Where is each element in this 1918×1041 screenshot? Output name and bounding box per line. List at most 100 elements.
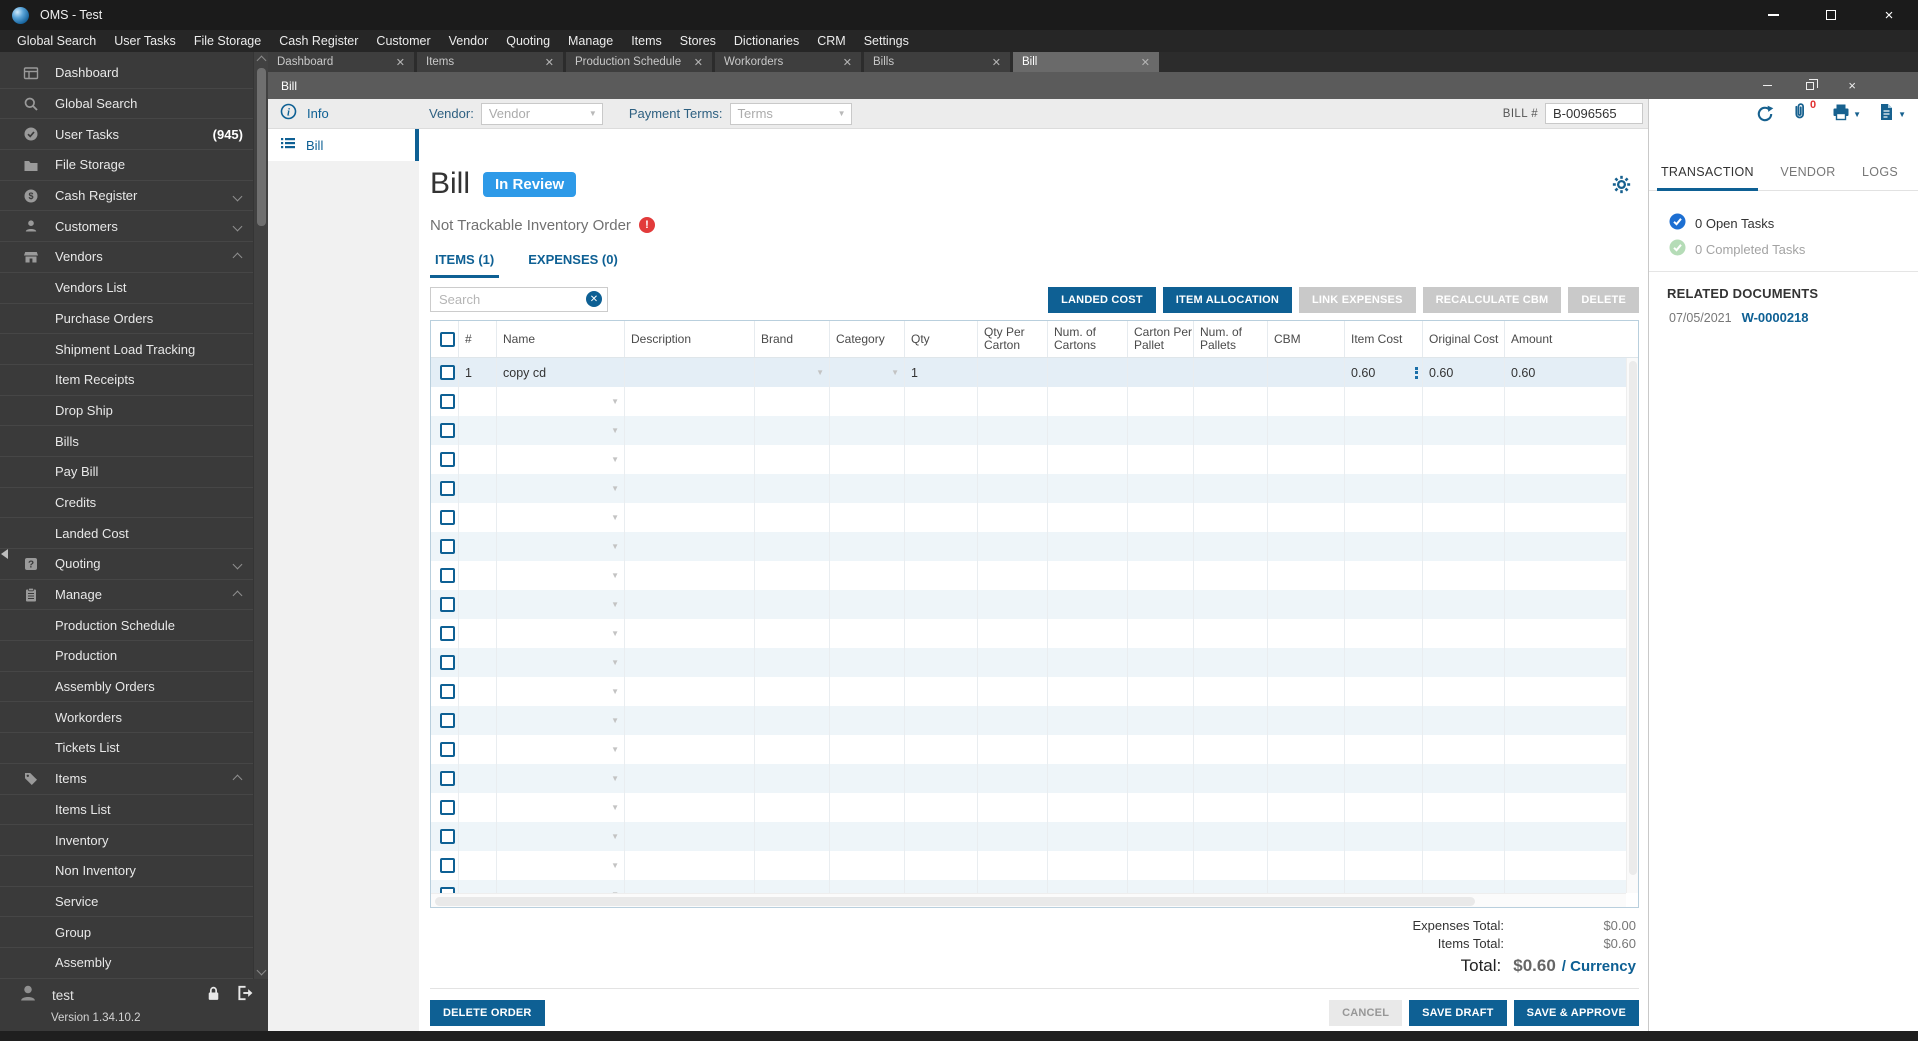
table-row[interactable]: ▼ — [431, 387, 1626, 416]
column-header-num-of-pallets[interactable]: Num. of Pallets — [1194, 321, 1268, 357]
attachments-icon[interactable]: 0 — [1790, 99, 1816, 126]
cell-dropdown-icon[interactable]: ▼ — [611, 513, 619, 522]
table-row[interactable]: ▼ — [431, 474, 1626, 503]
menu-item-manage[interactable]: Manage — [559, 30, 622, 52]
tab-workorders[interactable]: Workorders ✕ — [715, 52, 861, 72]
menu-item-stores[interactable]: Stores — [671, 30, 725, 52]
row-checkbox[interactable] — [440, 452, 455, 467]
column-header-cbm[interactable]: CBM — [1268, 321, 1345, 357]
minimize-button[interactable] — [1744, 0, 1802, 30]
column-header-category[interactable]: Category — [830, 321, 905, 357]
table-row[interactable]: ▼ — [431, 851, 1626, 880]
column-header-name[interactable]: Name — [497, 321, 625, 357]
tab-dashboard[interactable]: Dashboard ✕ — [268, 52, 414, 72]
sidebar-item-items[interactable]: Items — [0, 764, 253, 795]
menu-item-dictionaries[interactable]: Dictionaries — [725, 30, 808, 52]
column-header-qty[interactable]: Qty — [905, 321, 978, 357]
search-input[interactable] — [430, 287, 608, 312]
sidebar-item-purchase-orders[interactable]: Purchase Orders — [0, 304, 253, 335]
sidebar-scrollbar[interactable] — [253, 52, 268, 979]
table-row[interactable]: ▼ — [431, 764, 1626, 793]
close-tab-icon[interactable]: ✕ — [986, 56, 1001, 69]
menu-item-global-search[interactable]: Global Search — [8, 30, 105, 52]
row-checkbox[interactable] — [440, 800, 455, 815]
cell-dropdown-icon[interactable]: ▼ — [611, 629, 619, 638]
column-header-description[interactable]: Description — [625, 321, 755, 357]
sidebar-item-drop-ship[interactable]: Drop Ship — [0, 396, 253, 427]
column-header-original-cost[interactable]: Original Cost — [1423, 321, 1505, 357]
sidebar-item-non-inventory[interactable]: Non Inventory — [0, 856, 253, 887]
sidebar-item-assembly-orders[interactable]: Assembly Orders — [0, 672, 253, 703]
close-tab-icon[interactable]: ✕ — [837, 56, 852, 69]
delete-order-button[interactable]: DELETE ORDER — [430, 1000, 545, 1026]
scroll-up-icon[interactable] — [256, 55, 266, 66]
table-row[interactable]: ▼ — [431, 416, 1626, 445]
cell-dropdown-icon[interactable]: ▼ — [611, 542, 619, 551]
sidebar-item-assembly[interactable]: Assembly — [0, 948, 253, 979]
table-row[interactable]: ▼ — [431, 677, 1626, 706]
sidebar-item-credits[interactable]: Credits — [0, 488, 253, 519]
row-checkbox[interactable] — [440, 771, 455, 786]
vertical-scrollbar[interactable] — [1626, 358, 1638, 893]
table-row[interactable]: ▼ — [431, 648, 1626, 677]
close-tab-icon[interactable]: ✕ — [539, 56, 554, 69]
delete-button[interactable]: DELETE — [1568, 286, 1639, 313]
row-checkbox[interactable] — [440, 684, 455, 699]
cell-dropdown-icon[interactable]: ▼ — [611, 426, 619, 435]
column-header-brand[interactable]: Brand — [755, 321, 830, 357]
tab-items[interactable]: Items ✕ — [417, 52, 563, 72]
recalculate-cbm-button[interactable]: RECALCULATE CBM — [1422, 286, 1562, 313]
column-header-qty-per-carton[interactable]: Qty Per Carton — [978, 321, 1048, 357]
cell-dropdown-icon[interactable]: ▼ — [611, 455, 619, 464]
sidebar-item-shipment-load-tracking[interactable]: Shipment Load Tracking — [0, 334, 253, 365]
cell-dropdown-icon[interactable]: ▼ — [611, 397, 619, 406]
row-checkbox[interactable] — [440, 481, 455, 496]
table-row[interactable]: ▼ — [431, 561, 1626, 590]
tab-production-schedule[interactable]: Production Schedule ✕ — [566, 52, 712, 72]
cell-dropdown-icon[interactable]: ▼ — [611, 861, 619, 870]
cell-dropdown-icon[interactable]: ▼ — [611, 571, 619, 580]
tab-bill[interactable]: Bill ✕ — [1013, 52, 1159, 72]
sidebar-item-inventory[interactable]: Inventory — [0, 825, 253, 856]
vertical-scrollbar-thumb[interactable] — [1629, 361, 1637, 875]
cell-dropdown-icon[interactable]: ▼ — [816, 368, 824, 377]
cell-dropdown-icon[interactable]: ▼ — [891, 368, 899, 377]
cell-dropdown-icon[interactable]: ▼ — [611, 687, 619, 696]
menu-item-file-storage[interactable]: File Storage — [185, 30, 270, 52]
save-approve-button[interactable]: SAVE & APPROVE — [1513, 1000, 1639, 1026]
menu-item-quoting[interactable]: Quoting — [497, 30, 559, 52]
bill-number-input[interactable] — [1545, 103, 1643, 124]
sidebar-item-production[interactable]: Production — [0, 641, 253, 672]
landed-cost-button[interactable]: LANDED COST — [1048, 286, 1156, 313]
sidebar-item-tickets-list[interactable]: Tickets List — [0, 733, 253, 764]
sidebar-item-item-receipts[interactable]: Item Receipts — [0, 365, 253, 396]
row-checkbox[interactable] — [440, 713, 455, 728]
table-row[interactable]: ▼ — [431, 735, 1626, 764]
cell-dropdown-icon[interactable]: ▼ — [611, 484, 619, 493]
nav-item-bill[interactable]: Bill — [268, 129, 419, 161]
sidebar-item-items-list[interactable]: Items List — [0, 795, 253, 826]
sidebar-item-group[interactable]: Group — [0, 917, 253, 948]
table-row[interactable]: ▼ — [431, 619, 1626, 648]
sidebar-item-cash-register[interactable]: $ Cash Register — [0, 181, 253, 212]
table-row[interactable]: ▼ — [431, 706, 1626, 735]
refresh-icon[interactable] — [1755, 104, 1775, 124]
document-link[interactable]: W-0000218 — [1742, 310, 1809, 325]
sidebar-item-user-tasks[interactable]: User Tasks (945) — [0, 119, 253, 151]
right-panel-tab-transaction[interactable]: TRANSACTION — [1657, 165, 1758, 191]
column-header--[interactable]: # — [459, 321, 497, 357]
payment-terms-select[interactable]: Terms ▼ — [729, 102, 852, 125]
cell-dropdown-icon[interactable]: ▼ — [611, 658, 619, 667]
row-checkbox[interactable] — [440, 829, 455, 844]
column-header-carton-per-pallet[interactable]: Carton Per Pallet — [1128, 321, 1194, 357]
row-checkbox[interactable] — [440, 423, 455, 438]
table-row[interactable]: ▼ — [431, 503, 1626, 532]
close-tab-icon[interactable]: ✕ — [688, 56, 703, 69]
close-tab-icon[interactable]: ✕ — [390, 56, 405, 69]
vendor-select[interactable]: Vendor ▼ — [480, 102, 603, 125]
gear-icon[interactable] — [1612, 175, 1631, 194]
cell-dropdown-icon[interactable]: ▼ — [611, 716, 619, 725]
save-draft-button[interactable]: SAVE DRAFT — [1409, 1000, 1507, 1026]
tab-items-1-[interactable]: ITEMS (1) — [430, 249, 500, 278]
scroll-down-icon[interactable] — [256, 965, 266, 976]
